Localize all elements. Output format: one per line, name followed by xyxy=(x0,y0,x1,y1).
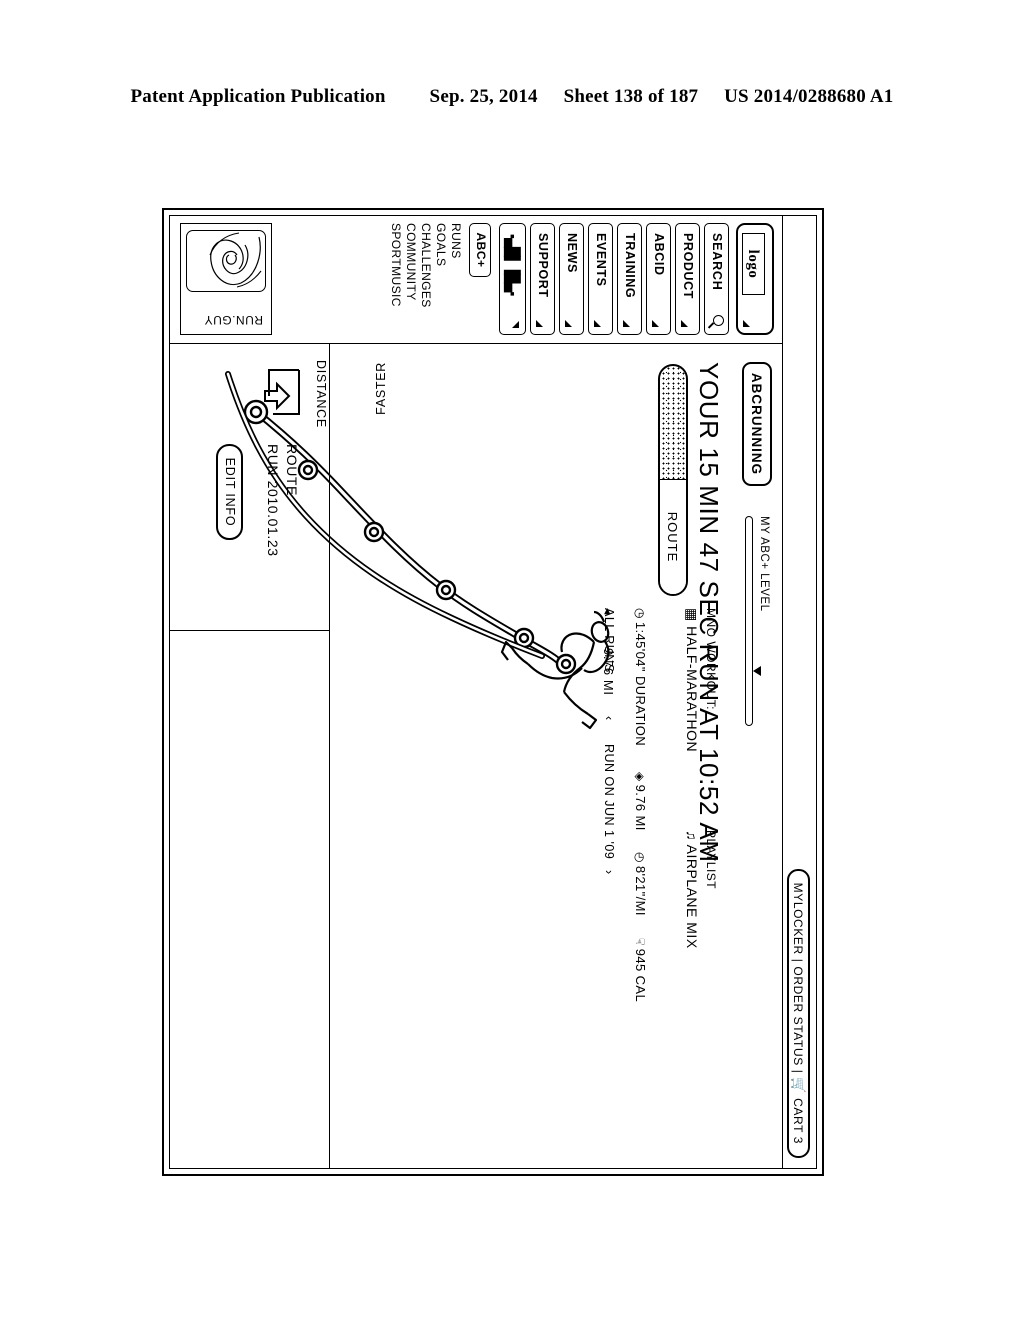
nav-label: SUPPORT xyxy=(536,233,550,298)
sidebar-glyph-icons: ▪▄█▌▐█▄▪ xyxy=(505,234,521,296)
sidebar-item-runs[interactable]: RUNS xyxy=(448,223,463,341)
sheet-number: Sheet 138 of 187 xyxy=(563,86,699,107)
separator: | xyxy=(791,958,805,963)
caret-icon xyxy=(623,320,630,327)
avatar xyxy=(186,230,266,292)
next-run-button[interactable]: › xyxy=(602,870,616,875)
nav-label: ABCID xyxy=(652,233,666,276)
nav-label: TRAINING xyxy=(623,233,637,299)
logo-label: logo xyxy=(742,233,765,295)
sub-navigation: ABC+ RUNS GOALS CHALLENGES COMMUNITY SPO… xyxy=(388,223,491,341)
mylocker-link[interactable]: MYLOCKER xyxy=(791,883,805,955)
sidebar-item-challenges[interactable]: CHALLENGES xyxy=(418,223,433,341)
account-bar[interactable]: MYLOCKER | ORDER STATUS | 🛒 CART 3 xyxy=(787,868,810,1158)
toggle-route-option[interactable]: ROUTE xyxy=(660,480,686,594)
flame-icon: ☟ xyxy=(633,938,647,946)
separator: | xyxy=(791,1069,805,1074)
edit-info-button[interactable]: EDIT INFO xyxy=(216,444,243,540)
level-label: MY ABC+ LEVEL xyxy=(758,516,770,612)
publication-label: Patent Application Publication xyxy=(130,86,386,107)
clock-icon: ◷ xyxy=(633,608,647,619)
stat-distance-value: 9.76 MI xyxy=(633,784,648,831)
stat-calories: ☟ 945 CAL xyxy=(633,938,648,1002)
user-name: RUN.GUY xyxy=(204,313,263,327)
figure-drawing: MYLOCKER | ORDER STATUS | 🛒 CART 3 logo xyxy=(162,208,824,1176)
sidebar-item-abcid[interactable]: ABCID xyxy=(646,223,671,335)
nav-label: NEWS xyxy=(565,233,579,273)
caret-icon xyxy=(681,320,688,327)
caret-icon xyxy=(594,320,601,327)
window-titlebar: MYLOCKER | ORDER STATUS | 🛒 CART 3 xyxy=(782,216,816,1168)
sidebar-item-support[interactable]: SUPPORT xyxy=(530,223,555,335)
caret-icon xyxy=(743,320,750,327)
playlist-label: PLAYLIST xyxy=(704,830,718,890)
nav-label: PRODUCT xyxy=(681,233,695,300)
caret-up-icon xyxy=(512,321,519,328)
current-run-label: RUN ON JUN 1 '09 xyxy=(602,744,616,860)
search-label: SEARCH xyxy=(710,233,724,291)
publication-date: Sep. 25, 2014 xyxy=(429,86,538,107)
sidebar-icon-group[interactable]: ▪▄█▌▐█▄▪ xyxy=(499,223,526,335)
nav-label: EVENTS xyxy=(594,233,608,287)
stopwatch-icon: ◴ xyxy=(633,852,647,863)
window-inner-frame: MYLOCKER | ORDER STATUS | 🛒 CART 3 logo xyxy=(169,215,817,1169)
patent-sheet: Patent Application Publication Sep. 25, … xyxy=(0,0,1024,1320)
sidebar-item-community[interactable]: COMMUNITY xyxy=(403,223,418,341)
view-toggle[interactable]: ROUTE xyxy=(658,364,688,596)
sidebar-item-sportmusic[interactable]: SPORTMUSIC xyxy=(388,223,403,341)
sidebar-item-news[interactable]: NEWS xyxy=(559,223,584,335)
stat-duration-value: 1:45'04" DURATION xyxy=(633,621,648,747)
level-progress-bar xyxy=(745,516,753,726)
toggle-graph-option[interactable] xyxy=(660,366,686,480)
level-meter: MY ABC+ LEVEL xyxy=(740,516,770,756)
stat-pace: ◴ 8'21"/MI xyxy=(633,852,648,916)
prev-run-button[interactable]: ‹ xyxy=(602,716,616,721)
sidebar-item-product[interactable]: PRODUCT xyxy=(675,223,700,335)
user-card[interactable]: RUN.GUY xyxy=(180,223,272,335)
music-note-icon: ♫ xyxy=(684,830,700,841)
detail-kind: ROUTE xyxy=(284,444,300,496)
brand-logo[interactable]: ABCRUNNING xyxy=(742,362,772,486)
stat-distance: ◈ 9.76 MI xyxy=(633,772,648,831)
stat-duration: ◷ 1:45'04" DURATION xyxy=(633,608,648,746)
stat-calories-value: 945 CAL xyxy=(633,948,648,1003)
workout-value[interactable]: ▦ HALF-MARATHON xyxy=(683,608,700,752)
panel-divider xyxy=(170,630,329,631)
app-window: MYLOCKER | ORDER STATUS | 🛒 CART 3 logo xyxy=(162,208,824,1176)
workout-label: MNO WORKOUT: xyxy=(704,608,718,710)
playlist-value[interactable]: ♫ AIRPLANE MIX xyxy=(684,830,700,949)
stat-pace-value: 8'21"/MI xyxy=(633,865,648,916)
level-marker-icon xyxy=(753,666,761,676)
logo-button[interactable]: logo xyxy=(736,223,774,335)
order-status-link[interactable]: ORDER STATUS xyxy=(791,966,805,1065)
patent-header: Patent Application Publication Sep. 25, … xyxy=(0,86,1024,108)
pin-icon: ◈ xyxy=(633,772,647,782)
caret-icon xyxy=(536,320,543,327)
sidebar-item-training[interactable]: TRAINING xyxy=(617,223,642,335)
search-input[interactable]: SEARCH xyxy=(704,223,729,335)
caret-icon xyxy=(565,320,572,327)
caret-icon xyxy=(652,320,659,327)
cart-icon: 🛒 xyxy=(791,1077,806,1095)
patent-number: US 2014/0288680 A1 xyxy=(724,86,894,107)
detail-title: ROUTE RUN 2010.01.23 xyxy=(263,444,301,557)
axis-label-faster: FASTER xyxy=(374,362,388,415)
sidebar-item-goals[interactable]: GOALS xyxy=(433,223,448,341)
run-pager: ◂ ALL RUNS ‹ RUN ON JUN 1 '09 › xyxy=(601,608,616,875)
detail-name: RUN 2010.01.23 xyxy=(265,444,281,557)
search-icon xyxy=(713,315,724,326)
sidebar-item-abcplus[interactable]: ABC+ xyxy=(469,223,491,277)
run-detail-panel: ROUTE RUN 2010.01.23 EDIT INFO xyxy=(170,344,330,1168)
upload-arrow-icon[interactable] xyxy=(255,366,307,422)
sidebar-item-events[interactable]: EVENTS xyxy=(588,223,613,335)
grid-icon: ▦ xyxy=(684,608,700,622)
cart-link[interactable]: CART 3 xyxy=(791,1098,805,1144)
left-navigation: logo SEARCH PRODUCT ABCID TRAINING EVENT… xyxy=(170,216,782,344)
